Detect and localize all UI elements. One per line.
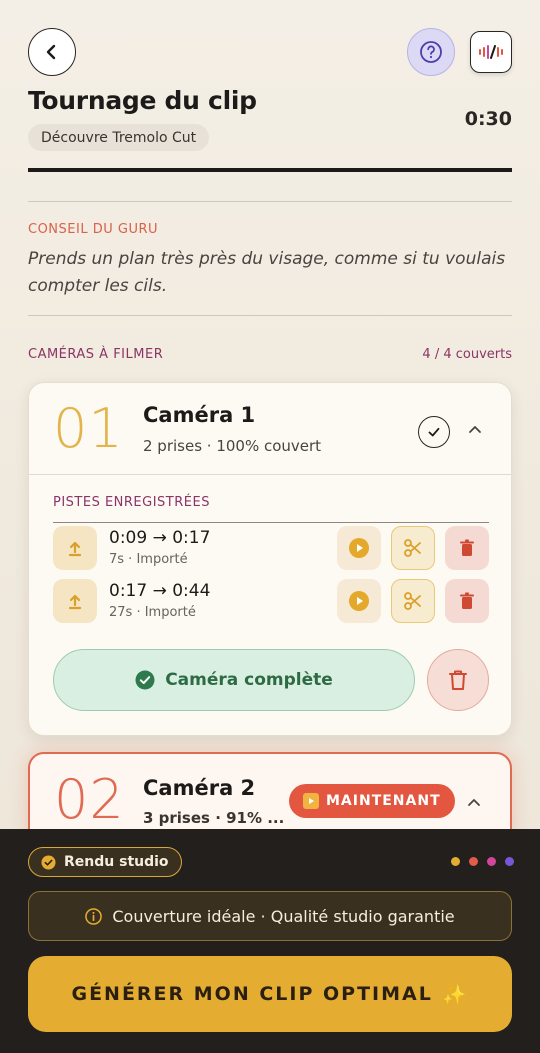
trash-outline-icon — [449, 670, 467, 690]
delete-button[interactable] — [445, 526, 489, 570]
now-badge: MAINTENANT — [289, 784, 455, 818]
chevron-up-icon — [468, 799, 480, 806]
now-badge-label: MAINTENANT — [326, 793, 441, 809]
subtitle-chip: Découvre Tremolo Cut — [28, 124, 210, 151]
play-icon — [349, 591, 369, 611]
scissors-icon — [404, 592, 421, 610]
tip-label: CONSEIL DU GURU — [28, 222, 159, 237]
info-icon — [85, 907, 103, 925]
camera-number: 02 — [54, 768, 125, 831]
delete-button[interactable] — [445, 579, 489, 623]
divider — [28, 201, 512, 202]
color-dots — [451, 857, 514, 866]
divider — [29, 474, 511, 475]
color-dot — [451, 857, 460, 866]
play-button[interactable] — [337, 579, 381, 623]
trash-icon — [460, 539, 474, 556]
upload-icon — [53, 526, 97, 570]
track-row: 0:09 → 0:17 7s · Importé — [53, 526, 489, 572]
camera-complete-button[interactable]: Caméra complète — [53, 649, 415, 711]
camera-card-1[interactable]: 01 Caméra 1 2 prises · 100% couvert PIST… — [28, 382, 512, 736]
progress-bar — [28, 168, 512, 172]
sparkles-icon: ✨ — [442, 983, 469, 1006]
play-icon — [349, 538, 369, 558]
waveform-icon — [479, 45, 503, 59]
progress-fill — [28, 168, 512, 172]
studio-chip: Rendu studio — [28, 847, 182, 877]
timer-display: 0:30 — [464, 108, 512, 130]
info-bar: Couverture idéale · Qualité studio garan… — [28, 891, 512, 941]
camera-meta: 2 prises · 100% couvert — [143, 437, 322, 455]
help-button[interactable] — [407, 28, 455, 76]
color-dot — [487, 857, 496, 866]
divider — [28, 315, 512, 316]
cameras-count: 4 / 4 couverts — [422, 347, 512, 362]
play-icon — [303, 793, 319, 809]
check-circle-icon — [135, 670, 155, 690]
studio-label: Rendu studio — [64, 854, 169, 870]
divider — [53, 522, 489, 523]
collapse-button[interactable] — [464, 792, 484, 812]
waveform-button[interactable] — [470, 31, 512, 73]
color-dot — [469, 857, 478, 866]
cameras-section-label: CAMÉRAS À FILMER — [28, 347, 164, 362]
back-button[interactable] — [28, 28, 76, 76]
page-title: Tournage du clip — [28, 86, 257, 115]
color-dot — [505, 857, 514, 866]
cut-button[interactable] — [391, 579, 435, 623]
track-range: 0:17 → 0:44 — [109, 581, 211, 601]
track-range: 0:09 → 0:17 — [109, 528, 211, 548]
camera-meta: 3 prises · 91% ... — [143, 809, 285, 827]
generate-label: GÉNÉRER MON CLIP OPTIMAL — [71, 983, 433, 1005]
check-circle-icon — [418, 416, 450, 448]
track-row: 0:17 → 0:44 27s · Importé — [53, 579, 489, 625]
tracks-label: PISTES ENREGISTRÉES — [53, 495, 210, 510]
scissors-icon — [404, 539, 421, 557]
camera-name: Caméra 1 — [143, 403, 256, 427]
tip-text: Prends un plan très près du visage, comm… — [28, 249, 506, 296]
track-detail: 7s · Importé — [109, 552, 188, 567]
trash-icon — [460, 592, 474, 609]
cut-button[interactable] — [391, 526, 435, 570]
camera-name: Caméra 2 — [143, 776, 256, 800]
upload-icon — [53, 579, 97, 623]
camera-number: 01 — [53, 397, 124, 460]
collapse-button[interactable] — [465, 419, 485, 439]
chevron-left-icon — [46, 44, 56, 60]
play-button[interactable] — [337, 526, 381, 570]
camera-complete-label: Caméra complète — [165, 670, 333, 690]
info-text: Couverture idéale · Qualité studio garan… — [112, 906, 455, 926]
question-circle-icon — [420, 41, 442, 63]
chevron-up-icon — [469, 426, 481, 433]
check-circle-icon — [41, 854, 56, 870]
generate-clip-button[interactable]: GÉNÉRER MON CLIP OPTIMAL ✨ — [28, 956, 512, 1032]
bottom-panel: Rendu studio Couverture idéale · Qualité… — [0, 829, 540, 1053]
delete-camera-button[interactable] — [427, 649, 489, 711]
track-detail: 27s · Importé — [109, 605, 196, 620]
